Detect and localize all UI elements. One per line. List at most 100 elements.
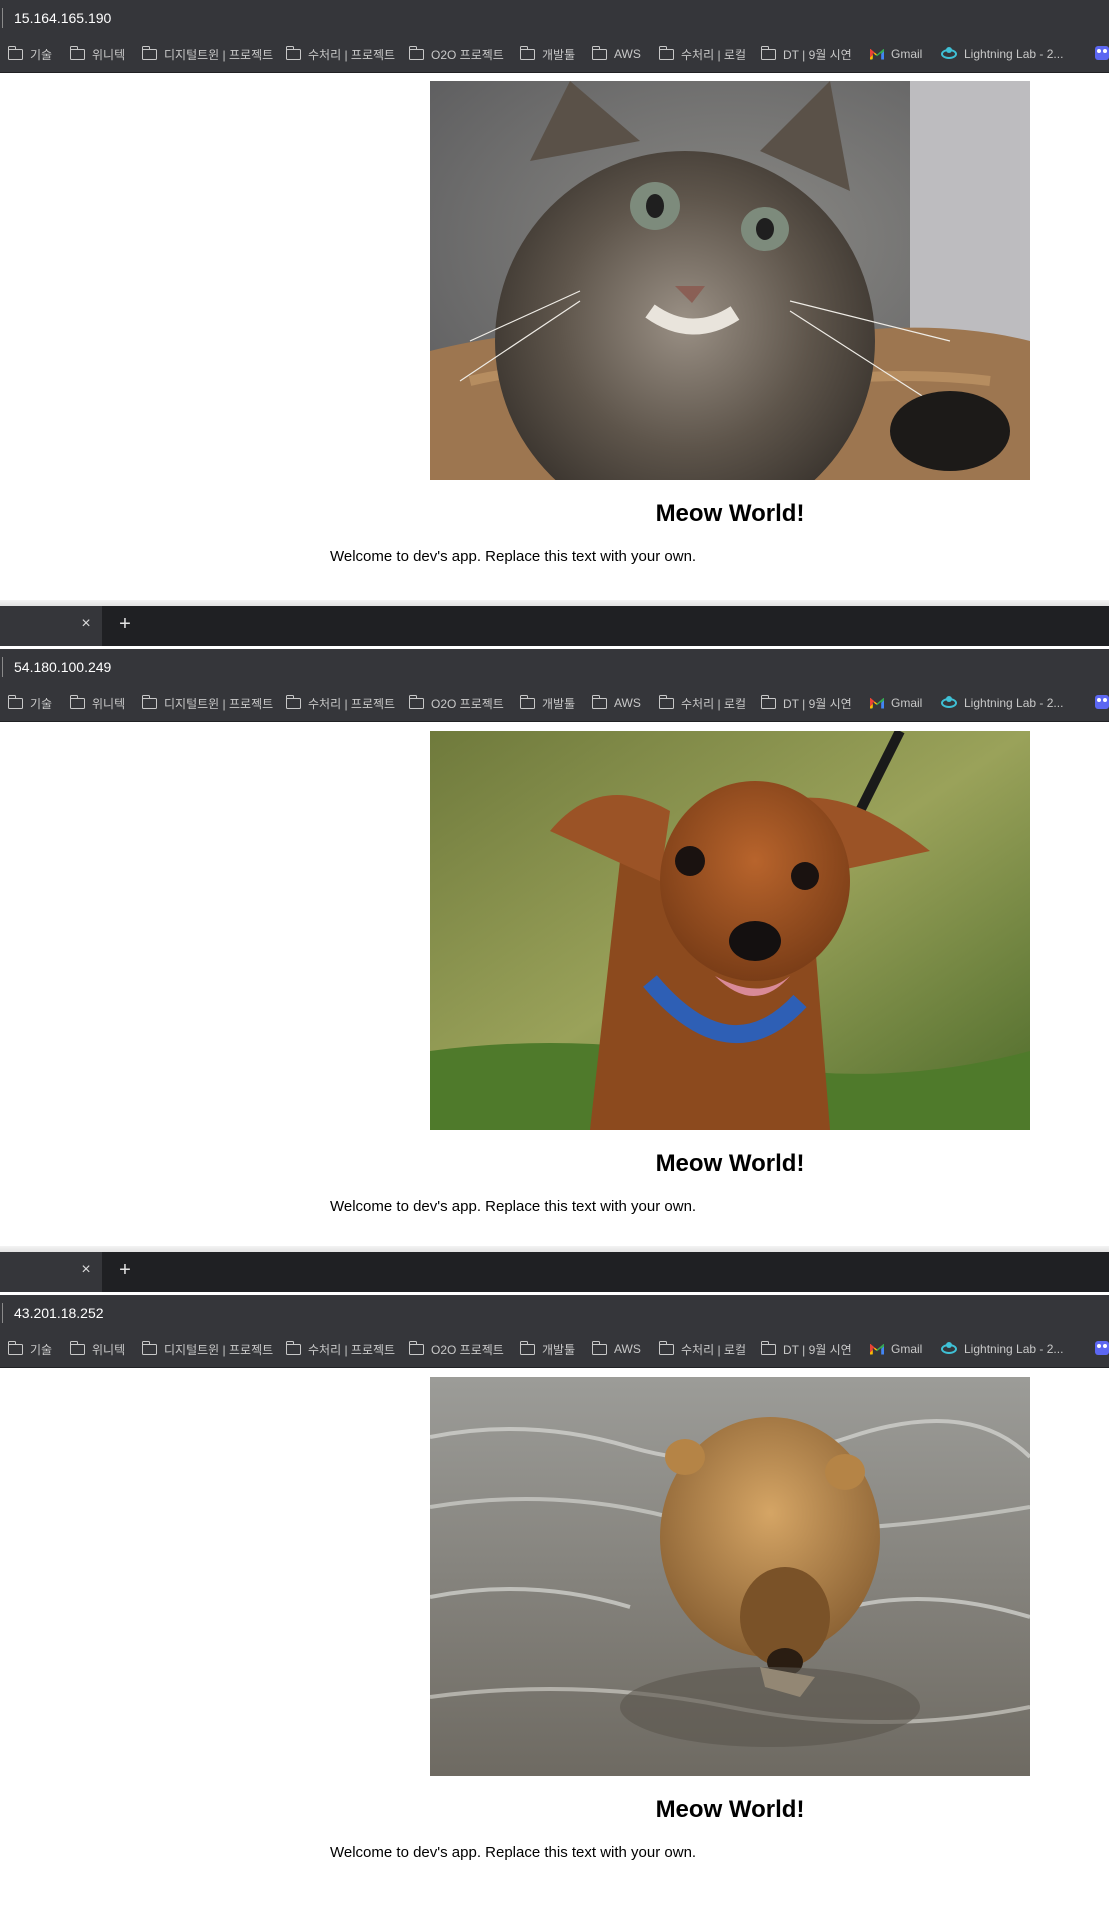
bear-photo-illustration [430,1377,1030,1776]
folder-icon [7,694,23,709]
folder-icon [591,45,607,60]
address-bar[interactable]: 43.201.18.252 [0,1295,1109,1331]
bookmark-gmail[interactable]: Gmail [870,45,922,63]
bookmark-lightning-lab[interactable]: Lightning Lab - 2... [941,694,1063,712]
url-text: 15.164.165.190 [14,10,112,26]
url-text: 43.201.18.252 [14,1305,104,1321]
gmail-icon [870,1344,884,1355]
bookmark-folder[interactable]: O2O 프로젝트 [408,694,504,712]
bookmarks-bar: 기술 위니텍 디지털트윈 | 프로젝트 수처리 | 프로젝트 O2O 프로젝트 … [0,1331,1109,1368]
folder-icon [141,45,157,60]
extension-icon[interactable] [1095,1341,1109,1355]
browser-tab[interactable]: × [0,606,102,646]
folder-icon [285,694,301,709]
bookmark-folder[interactable]: AWS [591,694,641,712]
lightning-icon [941,1342,957,1354]
bookmarks-bar: 기술 위니텍 디지털트윈 | 프로젝트 수처리 | 프로젝트 O2O 프로젝트 … [0,36,1109,73]
bookmark-folder[interactable]: 수처리 | 프로젝트 [285,45,395,63]
text-caret [2,8,3,28]
kitten-photo-illustration [430,81,1030,480]
welcome-text: Welcome to dev's app. Replace this text … [330,548,697,565]
folder-icon [591,694,607,709]
bookmark-lightning-lab[interactable]: Lightning Lab - 2... [941,1340,1063,1358]
bookmark-folder[interactable]: 개발툴 [519,694,575,712]
folder-icon [519,1340,535,1355]
bookmark-folder[interactable]: 디지털트윈 | 프로젝트 [141,694,273,712]
folder-icon [69,694,85,709]
text-caret [2,1303,3,1323]
bookmark-folder[interactable]: 수처리 | 로컬 [658,694,746,712]
bookmark-gmail[interactable]: Gmail [870,694,922,712]
new-tab-button[interactable]: + [116,1260,134,1280]
tab-strip: × + [0,1252,1109,1292]
close-tab-icon[interactable]: × [78,616,94,632]
bear-photo [430,1377,1030,1776]
bookmark-folder[interactable]: DT | 9월 시연 [760,45,852,63]
page-heading: Meow World! [655,1796,805,1823]
page-heading: Meow World! [655,500,805,527]
bookmark-folder[interactable]: 수처리 | 로컬 [658,1340,746,1358]
folder-icon [760,694,776,709]
close-tab-icon[interactable]: × [78,1262,94,1278]
folder-icon [658,1340,674,1355]
folder-icon [760,1340,776,1355]
bookmark-gmail[interactable]: Gmail [870,1340,922,1358]
bookmark-folder[interactable]: O2O 프로젝트 [408,45,504,63]
folder-icon [285,45,301,60]
bookmark-folder[interactable]: O2O 프로젝트 [408,1340,504,1358]
bookmark-folder[interactable]: DT | 9월 시연 [760,694,852,712]
kitten-photo [430,81,1030,480]
bookmark-folder[interactable]: 수처리 | 프로젝트 [285,1340,395,1358]
bookmark-folder[interactable]: AWS [591,1340,641,1358]
dog-photo [430,731,1030,1130]
folder-icon [519,45,535,60]
folder-icon [69,45,85,60]
folder-icon [591,1340,607,1355]
gmail-icon [870,49,884,60]
bookmark-folder[interactable]: 위니텍 [69,694,125,712]
bookmark-lightning-lab[interactable]: Lightning Lab - 2... [941,45,1063,63]
folder-icon [408,45,424,60]
folder-icon [760,45,776,60]
lightning-icon [941,47,957,59]
bookmark-folder[interactable]: 수처리 | 로컬 [658,45,746,63]
bookmark-folder[interactable]: 개발툴 [519,45,575,63]
welcome-text: Welcome to dev's app. Replace this text … [330,1198,697,1215]
folder-icon [141,1340,157,1355]
folder-icon [69,1340,85,1355]
tab-strip: × + [0,606,1109,646]
lightning-icon [941,696,957,708]
bookmark-folder[interactable]: 개발툴 [519,1340,575,1358]
folder-icon [658,694,674,709]
folder-icon [285,1340,301,1355]
bookmark-folder[interactable]: DT | 9월 시연 [760,1340,852,1358]
bookmarks-bar: 기술 위니텍 디지털트윈 | 프로젝트 수처리 | 프로젝트 O2O 프로젝트 … [0,685,1109,722]
bookmark-folder[interactable]: 기술 [7,694,52,712]
bookmark-folder[interactable]: 기술 [7,1340,52,1358]
bookmark-folder[interactable]: 디지털트윈 | 프로젝트 [141,1340,273,1358]
address-bar[interactable]: 54.180.100.249 [0,649,1109,685]
extension-icon[interactable] [1095,695,1109,709]
bookmark-folder[interactable]: 디지털트윈 | 프로젝트 [141,45,273,63]
dog-photo-illustration [430,731,1030,1130]
folder-icon [7,45,23,60]
folder-icon [141,694,157,709]
text-caret [2,657,3,677]
extension-icon[interactable] [1095,46,1109,60]
welcome-text: Welcome to dev's app. Replace this text … [330,1844,697,1861]
new-tab-button[interactable]: + [116,614,134,634]
bookmark-folder[interactable]: 위니텍 [69,1340,125,1358]
bookmark-folder[interactable]: 수처리 | 프로젝트 [285,694,395,712]
bookmark-folder[interactable]: 기술 [7,45,52,63]
browser-tab[interactable]: × [0,1252,102,1292]
address-bar[interactable]: 15.164.165.190 [0,0,1109,36]
folder-icon [7,1340,23,1355]
folder-icon [519,694,535,709]
folder-icon [408,1340,424,1355]
bookmark-folder[interactable]: 위니텍 [69,45,125,63]
folder-icon [408,694,424,709]
folder-icon [658,45,674,60]
url-text: 54.180.100.249 [14,659,112,675]
gmail-icon [870,698,884,709]
bookmark-folder[interactable]: AWS [591,45,641,63]
